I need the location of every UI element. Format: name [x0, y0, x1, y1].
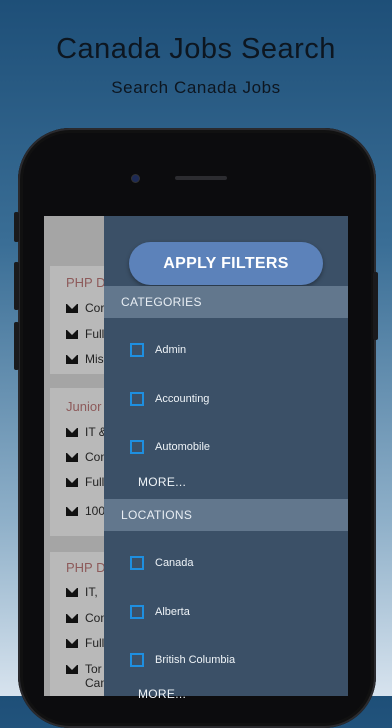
category-label: Automobile	[155, 441, 211, 453]
checkbox[interactable]	[130, 605, 144, 619]
envelope-icon	[66, 303, 78, 313]
envelope-icon	[66, 638, 78, 648]
location-option-alberta[interactable]: Alberta	[130, 605, 190, 619]
phone-volume-down-button	[14, 322, 19, 370]
front-camera	[132, 175, 139, 182]
apply-filters-button[interactable]: APPLY FILTERS	[129, 242, 323, 285]
job-detail: Tor Can	[66, 662, 107, 690]
category-option-automobile[interactable]: Automobile	[130, 440, 210, 454]
envelope-icon	[66, 506, 78, 516]
category-label: Admin	[155, 344, 187, 356]
checkbox[interactable]	[130, 440, 144, 454]
job-detail: Con	[66, 611, 107, 625]
checkbox[interactable]	[130, 653, 144, 667]
category-label: Accounting	[155, 393, 210, 405]
envelope-icon	[66, 427, 78, 437]
category-option-admin[interactable]: Admin	[130, 343, 186, 357]
job-detail: IT &	[66, 425, 107, 439]
phone-power-button	[373, 272, 378, 340]
envelope-icon	[66, 613, 78, 623]
promo-subline: Search Canada Jobs	[111, 78, 281, 97]
location-label: Canada	[155, 557, 194, 569]
phone-side-button	[14, 212, 19, 242]
promo-headline: Canada Jobs Search	[56, 33, 336, 65]
location-label: British Columbia	[155, 654, 236, 666]
job-detail: Full	[66, 475, 104, 489]
envelope-icon	[66, 354, 78, 364]
job-detail: IT,	[66, 585, 98, 599]
locations-more-link[interactable]: MORE...	[138, 687, 186, 701]
location-option-canada[interactable]: Canada	[130, 556, 194, 570]
categories-more-link[interactable]: MORE...	[138, 475, 186, 489]
envelope-icon	[66, 665, 78, 674]
job-detail: Cor	[66, 301, 104, 315]
categories-header: CATEGORIES	[104, 286, 348, 318]
job-detail: Mis	[66, 352, 104, 366]
job-title: Junior	[66, 399, 102, 414]
job-detail: Full	[66, 636, 104, 650]
locations-header: LOCATIONS	[104, 499, 348, 531]
location-option-british-columbia[interactable]: British Columbia	[130, 653, 235, 667]
envelope-icon	[66, 587, 78, 597]
checkbox[interactable]	[130, 556, 144, 570]
filter-drawer: APPLY FILTERS CATEGORIES Admin Accountin…	[104, 216, 348, 701]
envelope-icon	[66, 452, 78, 462]
checkbox[interactable]	[130, 392, 144, 406]
earpiece-speaker	[175, 176, 227, 180]
category-option-accounting[interactable]: Accounting	[130, 392, 209, 406]
job-detail: Con	[66, 450, 107, 464]
job-detail: 100	[66, 504, 105, 518]
phone-volume-up-button	[14, 262, 19, 310]
checkbox[interactable]	[130, 343, 144, 357]
job-detail: Full	[66, 327, 104, 341]
envelope-icon	[66, 477, 78, 487]
location-label: Alberta	[155, 606, 190, 618]
envelope-icon	[66, 329, 78, 339]
